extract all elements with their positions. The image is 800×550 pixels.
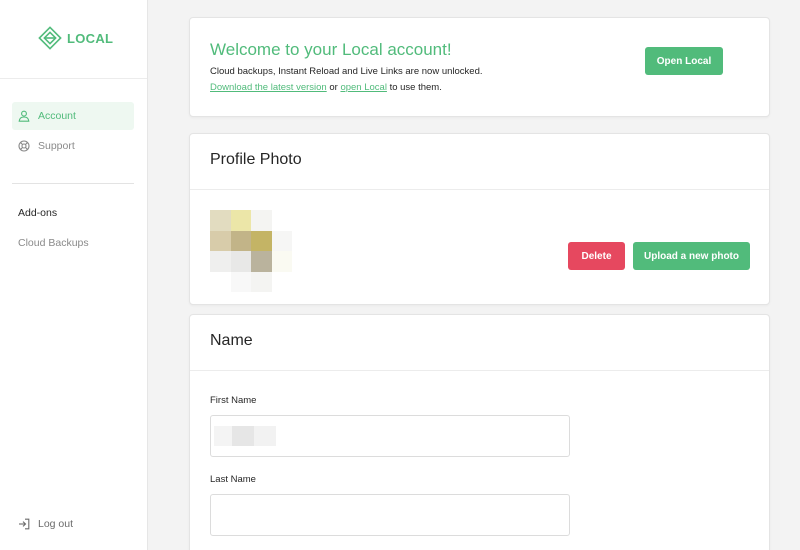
avatar [210,210,292,292]
logout-link[interactable]: Log out [18,518,73,530]
sidebar-item-account[interactable]: Account [12,102,134,130]
welcome-or-text: or [326,82,341,93]
card-divider [190,189,769,190]
first-name-label: First Name [210,395,257,406]
open-local-link[interactable]: open Local [340,82,386,93]
redacted-value [214,426,276,446]
user-icon [18,110,30,122]
sidebar-divider [12,183,134,184]
logout-label: Log out [38,518,74,530]
last-name-label: Last Name [210,474,256,485]
profile-photo-title: Profile Photo [210,151,302,168]
welcome-links-line: Download the latest version or open Loca… [210,82,442,93]
name-section-title: Name [210,332,253,349]
addons-heading[interactable]: Add-ons [18,207,57,219]
local-logo-icon [38,26,62,50]
profile-photo-card: Profile Photo Delete Upload a new photo [189,133,770,305]
sidebar: LOCAL Account Support Add-ons Cloud Back… [0,0,148,550]
first-name-field[interactable] [210,415,570,457]
sidebar-item-label: Account [38,110,76,122]
logout-icon [18,518,30,530]
sidebar-item-cloud-backups[interactable]: Cloud Backups [18,237,89,249]
upload-photo-button[interactable]: Upload a new photo [633,242,750,270]
welcome-title: Welcome to your Local account! [210,40,452,59]
name-card: Name First Name Last Name [189,314,770,550]
last-name-field[interactable] [210,494,570,536]
sidebar-item-support[interactable]: Support [12,132,134,160]
welcome-description: Cloud backups, Instant Reload and Live L… [210,66,483,77]
welcome-card: Welcome to your Local account! Cloud bac… [189,17,770,117]
card-divider [190,370,769,371]
local-logo[interactable]: LOCAL [37,25,113,51]
lifebuoy-icon [18,140,30,152]
logo-text: LOCAL [67,30,114,46]
sidebar-divider [0,78,147,79]
delete-photo-button[interactable]: Delete [568,242,625,270]
welcome-suffix-text: to use them. [386,82,442,93]
open-local-button[interactable]: Open Local [645,47,723,75]
sidebar-item-label: Support [38,140,75,152]
download-latest-link[interactable]: Download the latest version [210,82,327,93]
